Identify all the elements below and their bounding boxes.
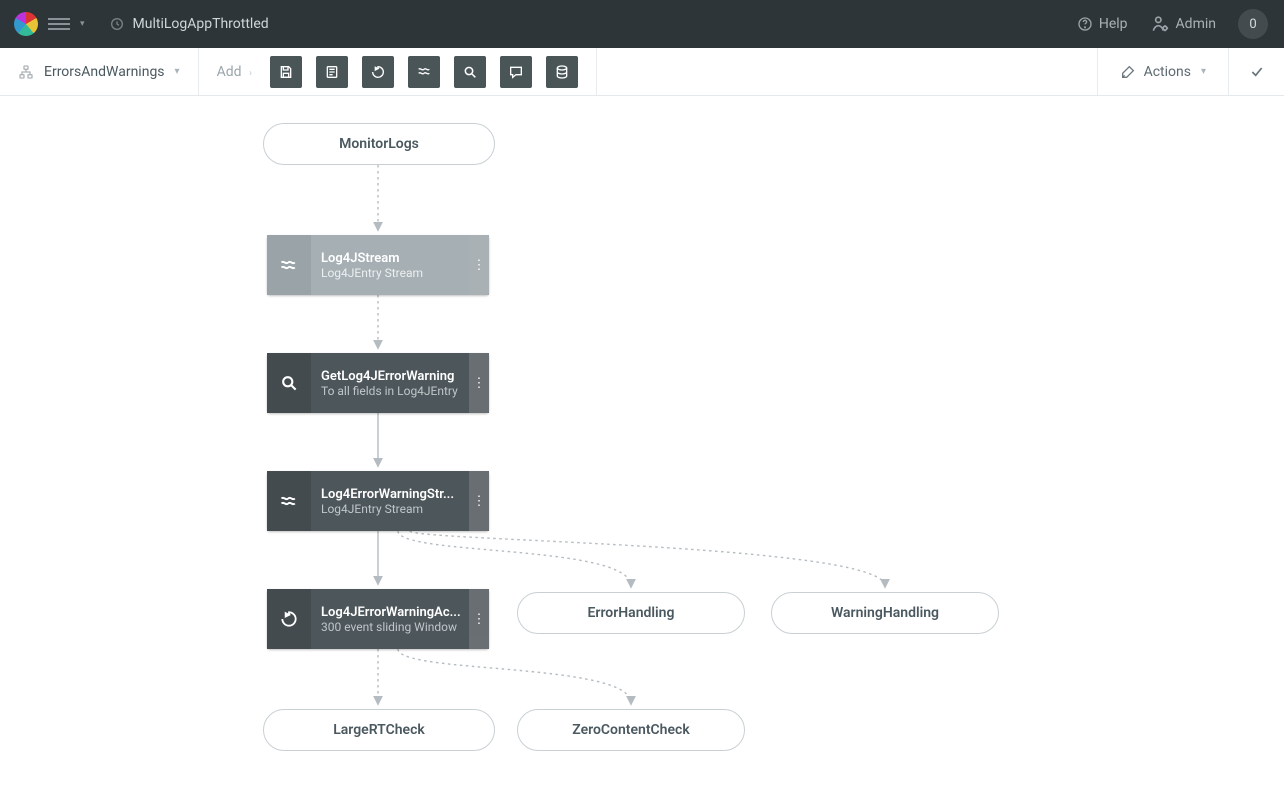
toolbar-comment-button[interactable] (500, 56, 532, 88)
node-errorhandling[interactable]: ErrorHandling (517, 592, 745, 634)
toolbar-save-button[interactable] (270, 56, 302, 88)
node-label: MonitorLogs (339, 136, 419, 152)
node-log4jstream[interactable]: Log4JStreamLog4JEntry Stream ⋮ (267, 235, 489, 295)
workflow-canvas[interactable]: MonitorLogs Log4JStreamLog4JEntry Stream… (0, 96, 1284, 809)
node-subtitle: Log4JEntry Stream (321, 502, 465, 516)
top-bar: ▾ MultiLogAppThrottled Help Admin 0 (0, 0, 1284, 48)
stream-icon (267, 235, 311, 295)
workflow-name: ErrorsAndWarnings (44, 64, 165, 80)
validate-button[interactable] (1228, 48, 1284, 95)
toolbar-replay-button[interactable] (362, 56, 394, 88)
node-title: GetLog4JErrorWarning (321, 369, 465, 384)
workflow-selector[interactable]: ErrorsAndWarnings ▾ (0, 48, 199, 95)
node-label: ErrorHandling (588, 605, 675, 621)
toolbar-search-button[interactable] (454, 56, 486, 88)
node-largertcheck[interactable]: LargeRTCheck (263, 709, 495, 751)
node-log4errorwarningstream[interactable]: Log4ErrorWarningStr...Log4JEntry Stream … (267, 471, 489, 531)
add-label: Add (217, 64, 242, 80)
node-label: WarningHandling (831, 605, 939, 621)
notification-badge[interactable]: 0 (1238, 9, 1268, 39)
user-label: Admin (1176, 16, 1216, 32)
replay-icon (267, 589, 311, 649)
node-label: LargeRTCheck (333, 722, 425, 738)
node-menu-icon[interactable]: ⋮ (469, 353, 489, 413)
add-section: Add › (199, 48, 597, 95)
node-log4jerrorwarningactivity[interactable]: Log4JErrorWarningAc...300 event sliding … (267, 589, 489, 649)
user-menu[interactable]: Admin (1150, 14, 1216, 34)
menu-icon[interactable] (48, 18, 70, 30)
node-title: Log4JStream (321, 251, 465, 266)
node-menu-icon[interactable]: ⋮ (469, 589, 489, 649)
notification-count: 0 (1249, 17, 1256, 32)
chevron-down-icon: ▾ (1201, 66, 1206, 77)
node-label: ZeroContentCheck (572, 722, 689, 738)
chevron-right-icon: › (249, 68, 252, 79)
stream-icon (267, 471, 311, 531)
node-zerocontentcheck[interactable]: ZeroContentCheck (517, 709, 745, 751)
node-title: Log4JErrorWarningAc... (321, 605, 465, 620)
node-menu-icon[interactable]: ⋮ (469, 235, 489, 295)
node-subtitle: To all fields in Log4JEntry (321, 384, 465, 398)
toolbar: ErrorsAndWarnings ▾ Add › Actions ▾ (0, 48, 1284, 96)
node-getlog4jerrorwarning[interactable]: GetLog4JErrorWarningTo all fields in Log… (267, 353, 489, 413)
toolbar-source-button[interactable] (316, 56, 348, 88)
toolbar-lineage-button[interactable] (546, 56, 578, 88)
app-type-icon (109, 16, 125, 32)
chevron-down-icon: ▾ (175, 66, 180, 77)
toolbar-stream-button[interactable] (408, 56, 440, 88)
node-monitorlogs[interactable]: MonitorLogs (263, 123, 495, 165)
node-warninghandling[interactable]: WarningHandling (771, 592, 999, 634)
node-subtitle: Log4JEntry Stream (321, 266, 465, 280)
sitemap-icon (18, 64, 34, 80)
help-link[interactable]: Help (1077, 16, 1128, 32)
search-icon (267, 353, 311, 413)
node-subtitle: 300 event sliding Window (321, 620, 465, 634)
app-name[interactable]: MultiLogAppThrottled (133, 16, 269, 32)
node-title: Log4ErrorWarningStr... (321, 487, 465, 502)
actions-label: Actions (1144, 64, 1191, 80)
app-logo[interactable] (14, 12, 38, 36)
help-label: Help (1099, 16, 1128, 32)
chevron-down-icon[interactable]: ▾ (80, 19, 85, 29)
node-menu-icon[interactable]: ⋮ (469, 471, 489, 531)
add-button[interactable]: Add › (217, 64, 252, 80)
actions-menu[interactable]: Actions ▾ (1097, 48, 1228, 95)
